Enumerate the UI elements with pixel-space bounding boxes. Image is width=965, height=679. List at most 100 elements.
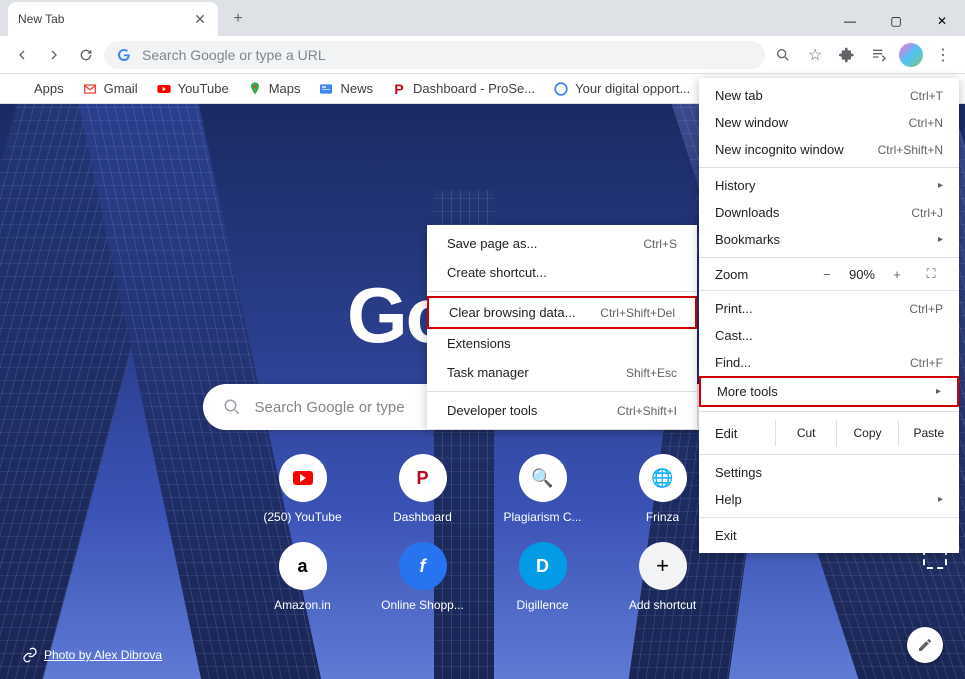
zoom-value: 90% [849,267,875,282]
google-icon [116,47,132,63]
pinterest-icon: P [391,81,407,97]
shortcut-label: Online Shopp... [381,598,464,612]
bookmark-label: Apps [34,81,64,96]
chrome-menu-button[interactable]: ⋮ [929,41,957,69]
photo-credit-link[interactable]: Photo by Alex Dibrova [22,647,162,663]
search-icon [223,398,241,416]
shortcut-label: Amazon.in [274,598,331,612]
menu-downloads[interactable]: DownloadsCtrl+J [699,199,959,226]
shortcut-label: Add shortcut [629,598,696,612]
browser-tab[interactable]: New Tab ✕ [8,2,218,36]
shortcut-label: (250) YouTube [263,510,341,524]
menu-exit[interactable]: Exit [699,522,959,549]
more-tools-submenu: Save page as...Ctrl+S Create shortcut...… [427,225,697,429]
shortcut-youtube[interactable]: (250) YouTube [253,454,353,524]
shortcut-dashboard[interactable]: PDashboard [373,454,473,524]
reading-list-icon[interactable] [865,41,893,69]
bookmark-digital[interactable]: Your digital opport... [553,81,690,97]
menu-more-tools[interactable]: More tools [699,376,959,407]
digillence-icon: D [519,542,567,590]
bookmark-label: Maps [269,81,301,96]
zoom-out-button[interactable]: − [815,267,839,282]
submenu-developer-tools[interactable]: Developer toolsCtrl+Shift+I [427,396,697,425]
add-icon: + [639,542,687,590]
submenu-save-page[interactable]: Save page as...Ctrl+S [427,229,697,258]
menu-cut[interactable]: Cut [775,420,836,446]
back-button[interactable] [8,41,36,69]
menu-bookmarks[interactable]: Bookmarks [699,226,959,253]
shortcut-icon: 🔍 [519,454,567,502]
minimize-button[interactable]: — [827,6,873,36]
bookmark-label: YouTube [178,81,229,96]
bookmark-star-icon[interactable]: ☆ [801,41,829,69]
pencil-icon [917,637,933,653]
bookmark-dashboard[interactable]: P Dashboard - ProSe... [391,81,535,97]
customize-button[interactable] [907,627,943,663]
omnibox[interactable]: Search Google or type a URL [104,41,765,69]
shortcuts-grid: (250) YouTube PDashboard 🔍 Plagiarism C..… [253,454,713,630]
menu-history[interactable]: History [699,172,959,199]
amazon-icon: a [279,542,327,590]
bookmark-label: News [340,81,373,96]
zoom-icon[interactable] [769,41,797,69]
menu-settings[interactable]: Settings [699,459,959,486]
bookmark-apps[interactable]: Apps [12,81,64,97]
youtube-icon [279,454,327,502]
shortcut-flipkart[interactable]: f Online Shopp... [373,542,473,612]
chrome-main-menu: New tabCtrl+T New windowCtrl+N New incog… [699,78,959,553]
menu-new-incognito[interactable]: New incognito windowCtrl+Shift+N [699,136,959,163]
profile-avatar[interactable] [897,41,925,69]
close-window-button[interactable]: ✕ [919,6,965,36]
titlebar: New Tab ✕ + — ▢ ✕ [0,0,965,36]
submenu-clear-browsing-data[interactable]: Clear browsing data...Ctrl+Shift+Del [427,296,697,329]
shortcut-digillence[interactable]: DDigillence [493,542,593,612]
bookmark-news[interactable]: News [318,81,373,97]
zoom-label: Zoom [715,267,805,282]
search-placeholder: Search Google or type [255,399,405,416]
toolbar: Search Google or type a URL ☆ ⋮ [0,36,965,74]
shortcut-add[interactable]: + Add shortcut [613,542,713,612]
menu-new-window[interactable]: New windowCtrl+N [699,109,959,136]
omnibox-placeholder: Search Google or type a URL [142,47,326,63]
menu-paste[interactable]: Paste [898,420,959,446]
tab-title: New Tab [18,12,64,26]
extensions-icon[interactable] [833,41,861,69]
menu-print[interactable]: Print...Ctrl+P [699,295,959,322]
shortcut-icon: 🌐 [639,454,687,502]
new-tab-button[interactable]: + [224,5,252,33]
link-icon [22,647,38,663]
submenu-task-manager[interactable]: Task managerShift+Esc [427,358,697,387]
menu-cast[interactable]: Cast... [699,322,959,349]
flipkart-icon: f [399,542,447,590]
menu-find[interactable]: Find...Ctrl+F [699,349,959,376]
menu-help[interactable]: Help [699,486,959,513]
zoom-in-button[interactable]: + [885,267,909,282]
google-favicon-icon [553,81,569,97]
maps-icon [247,81,263,97]
window-controls: — ▢ ✕ [827,6,965,36]
shortcut-label: Plagiarism C... [503,510,581,524]
shortcut-icon: P [399,454,447,502]
maximize-button[interactable]: ▢ [873,6,919,36]
photo-credit-text: Photo by Alex Dibrova [44,648,162,662]
fullscreen-button[interactable]: ⛶ [919,266,943,282]
menu-copy[interactable]: Copy [836,420,897,446]
edit-label: Edit [715,426,775,441]
menu-new-tab[interactable]: New tabCtrl+T [699,82,959,109]
close-tab-icon[interactable]: ✕ [192,11,208,27]
menu-edit-row: Edit Cut Copy Paste [699,416,959,450]
bookmark-label: Dashboard - ProSe... [413,81,535,96]
bookmark-youtube[interactable]: YouTube [156,81,229,97]
shortcut-frinza[interactable]: 🌐Frinza [613,454,713,524]
submenu-create-shortcut[interactable]: Create shortcut... [427,258,697,287]
youtube-icon [156,81,172,97]
shortcut-plagiarism[interactable]: 🔍 Plagiarism C... [493,454,593,524]
news-icon [318,81,334,97]
bookmark-label: Gmail [104,81,138,96]
shortcut-amazon[interactable]: a Amazon.in [253,542,353,612]
bookmark-gmail[interactable]: Gmail [82,81,138,97]
reload-button[interactable] [72,41,100,69]
forward-button[interactable] [40,41,68,69]
submenu-extensions[interactable]: Extensions [427,329,697,358]
bookmark-maps[interactable]: Maps [247,81,301,97]
